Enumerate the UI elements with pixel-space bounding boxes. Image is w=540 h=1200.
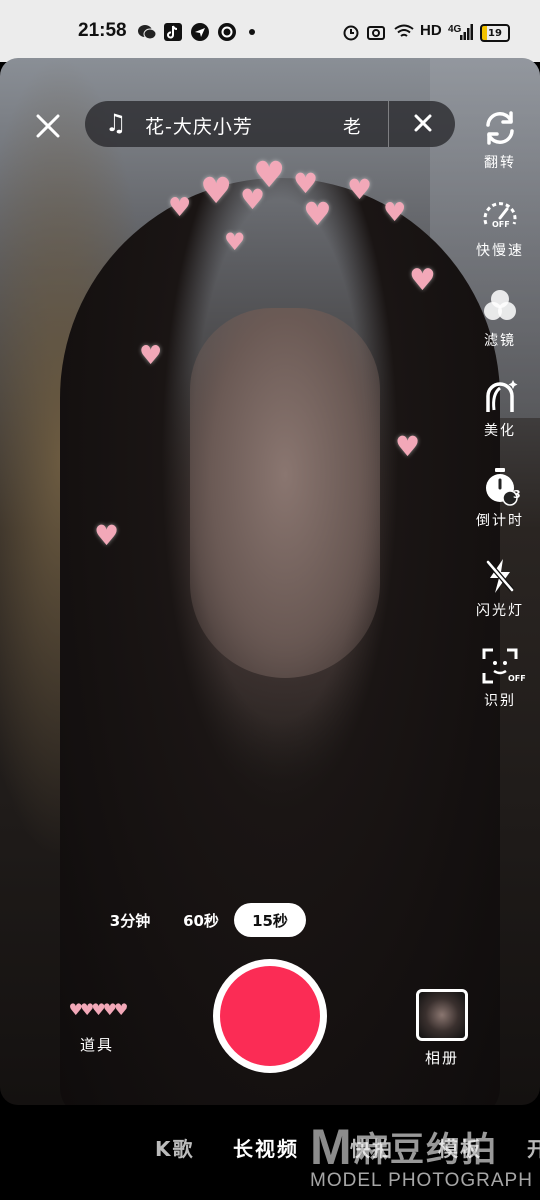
flip-icon <box>478 106 522 150</box>
countdown-label: 倒计时 <box>476 513 524 529</box>
speed-off-badge: OFF <box>492 220 510 229</box>
watermark-logo: M <box>310 1119 352 1175</box>
mode-tab-long-video[interactable]: 长视频 <box>233 1133 299 1162</box>
heart-effect-icon: ♥ <box>253 155 286 196</box>
subject-face <box>190 308 380 678</box>
props-button[interactable]: ♥♥♥♥♥ 道具 <box>64 1000 130 1055</box>
flash-button[interactable]: 闪光灯 <box>470 554 530 620</box>
duration-60s[interactable]: 60秒 <box>178 903 224 937</box>
wechat-icon <box>137 22 157 42</box>
close-camera-button[interactable] <box>30 108 66 144</box>
song-title: 花-大庆小芳 <box>145 116 253 138</box>
filter-button[interactable]: 滤镜 <box>470 284 530 350</box>
alarm-icon <box>342 22 360 42</box>
record-button[interactable] <box>213 959 327 1073</box>
heart-effect-icon: ♥ <box>409 263 436 298</box>
heart-effect-icon: ♥ <box>383 198 407 228</box>
heart-effect-icon: ♥ <box>293 167 319 200</box>
countdown-button[interactable]: 3 倒计时 <box>470 464 530 530</box>
speed-button[interactable]: OFF 快慢速 <box>470 194 530 260</box>
props-label: 道具 <box>79 1036 114 1054</box>
camera-preview[interactable]: ♥ ♥ ♥ ♥ ♥ ♥ ♥ ♥ ♥ ♥ ♥ ♥ ♥ <box>0 58 540 1105</box>
mode-tab-karaoke[interactable]: K歌 <box>155 1133 195 1162</box>
tiktok-icon <box>164 22 182 42</box>
remove-music-button[interactable] <box>407 107 439 139</box>
heart-effect-icon: ♥ <box>139 341 163 371</box>
album-label: 相册 <box>424 1049 459 1067</box>
watermark-en-text: MODEL PHOTOGRAPH <box>310 1170 533 1191</box>
countdown-badge: 3 <box>513 488 521 501</box>
music-note-icon: ♫ <box>105 109 127 137</box>
heart-effect-icon: ♥ <box>303 195 332 233</box>
beauty-label: 美化 <box>484 423 516 439</box>
signal-icon <box>460 22 474 42</box>
heart-effect-icon: ♥ <box>347 173 373 206</box>
music-divider <box>388 101 389 147</box>
beauty-icon <box>478 374 522 418</box>
network-label: HD <box>420 22 442 39</box>
song-artist: 老 <box>343 117 361 138</box>
recognize-button[interactable]: OFF 识别 <box>470 644 530 710</box>
dot-icon <box>248 22 256 42</box>
watermark: M 麻豆约拍 MODEL PHOTOGRAPH <box>310 1118 540 1200</box>
netease-music-icon <box>218 22 236 42</box>
flash-label: 闪光灯 <box>476 603 524 619</box>
paper-plane-icon <box>191 22 209 42</box>
heart-effect-icon: ♥ <box>395 430 421 463</box>
camera-icon <box>367 22 385 42</box>
duration-15s[interactable]: 15秒 <box>234 903 306 937</box>
flip-camera-button[interactable]: 翻转 <box>470 106 530 172</box>
status-time: 21:58 <box>78 20 127 41</box>
heart-effect-icon: ♥ <box>168 193 192 223</box>
recognize-off-badge: OFF <box>508 674 526 683</box>
flip-label: 翻转 <box>484 155 516 171</box>
duration-3min[interactable]: 3分钟 <box>100 903 160 937</box>
hearts-prop-icon: ♥♥♥♥♥ <box>68 1000 129 1019</box>
heart-effect-icon: ♥ <box>224 228 246 256</box>
filter-label: 滤镜 <box>484 333 516 349</box>
status-bar: 21:58 HD 4G 19 <box>0 0 540 62</box>
beauty-button[interactable]: 美化 <box>470 374 530 440</box>
wifi-icon <box>394 22 414 42</box>
recognize-label: 识别 <box>484 693 516 709</box>
album-button[interactable]: 相册 <box>415 989 469 1068</box>
speed-gauge-icon: OFF <box>478 194 522 238</box>
record-button-core <box>220 966 320 1066</box>
face-scan-icon: OFF <box>478 644 526 688</box>
heart-effect-icon: ♥ <box>94 519 120 552</box>
music-selector[interactable]: ♫ 花-大庆小芳 老 <box>85 101 455 147</box>
battery-icon: 19 <box>480 24 510 42</box>
album-thumbnail <box>416 989 468 1041</box>
watermark-cn-text: 麻豆约拍 <box>354 1130 498 1170</box>
speed-label: 快慢速 <box>476 243 524 259</box>
flash-off-icon <box>478 554 522 598</box>
heart-effect-icon: ♥ <box>200 171 233 212</box>
timer-icon: 3 <box>478 464 522 508</box>
filter-icon <box>478 284 522 328</box>
